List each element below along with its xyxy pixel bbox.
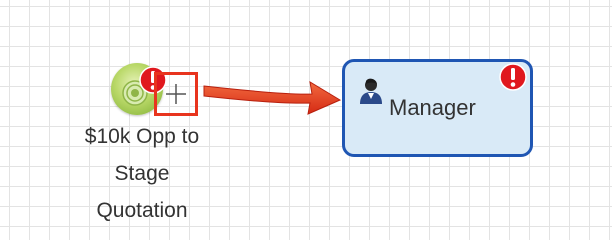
start-event-label-line: $10k Opp to	[84, 125, 200, 148]
plus-icon[interactable]	[165, 83, 187, 105]
process-canvas[interactable]: $10k Opp to Stage Quotation Manager	[0, 0, 612, 240]
start-event-label: $10k Opp to Stage Quotation	[62, 118, 222, 229]
annotation-arrow	[203, 81, 342, 115]
user-icon	[360, 78, 382, 104]
task-label: Manager	[389, 95, 476, 120]
error-icon	[499, 63, 527, 91]
start-event-label-line: Quotation	[96, 199, 188, 222]
start-event-label-line: Stage	[114, 162, 170, 185]
